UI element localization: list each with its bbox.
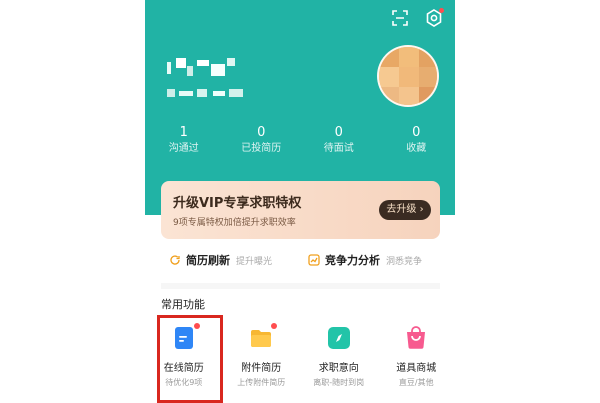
vip-upgrade-card[interactable]: 升级VIP专享求职特权 9项专属特权加倍提升求职效率 去升级 › [161,181,440,239]
stat-interview[interactable]: 0 待面试 [300,125,378,165]
stat-value: 0 [257,125,266,140]
scan-icon[interactable] [390,8,410,28]
tool-label: 求职意向 [318,363,359,374]
tool-sub: 待优化9项 [165,378,203,387]
feature-subtitle: 洞悉竞争 [386,256,423,267]
tool-sub: 离职-随时到岗 [313,378,365,387]
settings-badge-dot [439,8,444,13]
stat-contacted[interactable]: 1 沟通过 [145,125,223,165]
tool-label: 道具商城 [396,363,437,374]
stat-label: 已投简历 [241,143,282,154]
chart-icon [308,254,320,266]
vip-title: 升级VIP专享求职特权 [173,196,302,211]
tool-sub: 上传附件简历 [237,378,286,387]
feature-title: 竞争力分析 [325,254,380,267]
resume-icon [172,323,200,350]
upgrade-button[interactable]: 去升级 › [379,200,431,220]
tool-label: 附件简历 [241,363,282,374]
tool-attachment-resume[interactable]: 附件简历 上传附件简历 [223,323,301,396]
badge-dot [193,323,200,329]
tool-item-mall[interactable]: 道具商城 直豆/其他 [378,326,456,396]
badge-dot [271,323,278,329]
phone-screen: 1 沟通过 0 已投简历 0 待面试 0 收藏 升级VIP专享求职特权 9项专属… [145,0,455,400]
folder-icon [249,323,278,350]
stat-favorites[interactable]: 0 收藏 [378,125,456,165]
user-name-pixelated [167,58,237,78]
competitiveness-feature[interactable]: 竞争力分析 洞悉竞争 [300,252,439,268]
stat-label: 沟通过 [168,143,199,154]
stat-label: 待面试 [323,143,354,154]
refresh-icon [169,254,181,266]
tool-online-resume[interactable]: 在线简历 待优化9项 [145,323,223,396]
stat-value: 0 [334,125,343,140]
common-functions-title: 常用功能 [161,298,205,311]
stat-value: 0 [412,125,421,140]
stats-row: 1 沟通过 0 已投简历 0 待面试 0 收藏 [145,125,455,165]
vip-subtitle: 9项专属特权加倍提升求职效率 [173,218,296,228]
settings-icon[interactable] [424,8,444,28]
stat-applied[interactable]: 0 已投简历 [223,125,301,165]
feature-title: 简历刷新 [186,254,230,267]
section-divider [161,283,440,289]
feature-row: 简历刷新 提升曝光 竞争力分析 洞悉竞争 [161,240,440,280]
stat-label: 收藏 [406,143,427,154]
tool-job-intention[interactable]: 求职意向 离职-随时到岗 [300,326,378,396]
tool-sub: 直豆/其他 [398,378,434,387]
compass-icon [327,326,351,350]
resume-refresh-feature[interactable]: 简历刷新 提升曝光 [161,252,300,268]
stat-value: 1 [179,125,188,140]
tool-label: 在线简历 [163,363,204,374]
feature-subtitle: 提升曝光 [236,256,273,267]
shop-bag-icon [404,326,428,350]
avatar[interactable] [377,45,439,107]
user-subinfo-pixelated [167,89,247,97]
common-tools-row: 在线简历 待优化9项 附件简历 上传附件简历 求职意向 离职-随时到岗 道具商城… [145,323,456,396]
